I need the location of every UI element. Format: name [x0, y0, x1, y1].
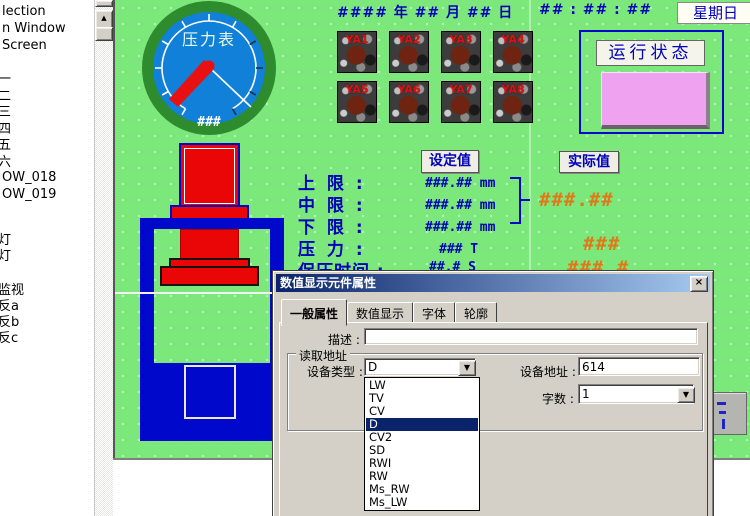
tab-general-properties[interactable]: 一般属性 — [281, 299, 347, 326]
press-base — [160, 266, 259, 286]
set-value-field[interactable]: ###.## mm — [425, 176, 495, 191]
dialog-titlebar[interactable]: 数值显示元件属性 — [276, 274, 710, 292]
date-display: #### 年 ## 月 ## 日 — [337, 2, 513, 22]
valve-button[interactable]: YA1 — [337, 31, 377, 73]
hidden-button-glyph — [717, 402, 726, 405]
tree-item[interactable]: Screen — [2, 38, 47, 53]
gauge-value: ### — [197, 115, 221, 130]
gauge-needle-hub — [204, 61, 215, 72]
actual-value-header: 实际值 — [559, 151, 619, 173]
valve-button[interactable]: YA4 — [493, 31, 533, 73]
tree-item[interactable]: n Window — [2, 21, 66, 36]
run-status-indicator[interactable] — [601, 72, 710, 129]
tree-item[interactable]: lection — [2, 4, 46, 19]
set-value-header: 设定值 — [421, 150, 479, 173]
device-address-label: 设备地址 : — [520, 363, 576, 380]
valve-button[interactable]: YA7 — [441, 81, 481, 123]
valve-button[interactable]: YA2 — [389, 31, 429, 73]
run-status-panel: 运行状态 — [579, 30, 724, 134]
pressure-gauge-widget: 压力表 ### — [139, 0, 279, 140]
time-display: ## : ## : ## — [539, 2, 652, 18]
set-value-field[interactable]: ### T — [439, 242, 478, 257]
chevron-down-icon[interactable]: ▼ — [458, 360, 476, 376]
valve-button[interactable]: YA6 — [389, 81, 429, 123]
press-frame-left-leg — [140, 229, 154, 441]
brace-mid — [521, 199, 530, 201]
hidden-button-glyph — [722, 419, 725, 429]
press-top-block — [179, 143, 240, 209]
press-top-block-inner-line — [184, 148, 235, 204]
set-value-field[interactable]: ###.## mm — [425, 198, 495, 213]
actual-value-field[interactable]: ###.## — [539, 189, 614, 211]
description-label: 描述 : — [328, 331, 360, 348]
weekday-display: 星期日 — [677, 2, 750, 24]
gauge-title: 压力表 — [182, 30, 236, 49]
hidden-button-glyph — [719, 411, 726, 414]
chevron-down-icon[interactable]: ▼ — [677, 387, 695, 403]
tree-item[interactable]: 反c — [0, 327, 18, 346]
word-count-label: 字数 : — [542, 390, 574, 407]
set-value-field[interactable]: ###.## mm — [425, 220, 495, 235]
dropdown-option[interactable]: Ms_LW — [366, 496, 478, 509]
valve-button[interactable]: YA3 — [441, 31, 481, 73]
tree-item[interactable]: 灯 — [0, 245, 11, 264]
valve-button[interactable]: YA8 — [493, 81, 533, 123]
tree-item[interactable]: OW_019 — [2, 187, 56, 202]
partially-hidden-button[interactable] — [712, 392, 747, 435]
device-address-input[interactable] — [578, 357, 700, 376]
read-address-group-label: 读取地址 — [296, 347, 350, 364]
oil-tank-window — [184, 365, 236, 419]
brace-bottom — [510, 222, 520, 224]
run-status-title: 运行状态 — [596, 40, 705, 66]
numeric-display-properties-dialog: 数值显示元件属性 × 一般属性 数值显示 字体 轮廓 描述 : 读取地址 设备类… — [272, 270, 714, 516]
scrollbar-partial-button[interactable] — [95, 0, 113, 7]
oil-tank — [154, 363, 282, 439]
actual-value-field[interactable]: ### — [583, 233, 620, 255]
hmi-editor-window: lection n Window Screen 一 二 三 四 五 六 OW_0… — [0, 0, 750, 516]
project-tree-panel: lection n Window Screen 一 二 三 四 五 六 OW_0… — [0, 0, 94, 516]
dropdown-option[interactable]: CV — [366, 405, 478, 418]
tree-scrollbar[interactable]: ▲ — [94, 0, 113, 516]
valve-button[interactable]: YA5 — [337, 81, 377, 123]
tree-item[interactable]: 六 — [0, 151, 11, 170]
press-frame-top-bar — [140, 218, 284, 229]
description-input[interactable] — [364, 328, 698, 345]
dialog-tab-strip: 一般属性 数值显示 字体 轮廓 — [281, 302, 497, 323]
tab-outline[interactable]: 轮廓 — [455, 302, 497, 323]
device-type-label: 设备类型 : — [307, 363, 363, 380]
press-ram — [180, 229, 239, 260]
tree-item[interactable]: OW_018 — [2, 170, 56, 185]
scrollbar-thumb[interactable] — [95, 27, 113, 41]
tab-font[interactable]: 字体 — [413, 302, 455, 323]
tab-numeric-display[interactable]: 数值显示 — [347, 302, 413, 323]
device-type-dropdown-list: LW TV CV D CV2 SD RWI RW Ms_RW Ms_LW — [364, 377, 480, 511]
close-icon[interactable]: × — [690, 276, 708, 292]
